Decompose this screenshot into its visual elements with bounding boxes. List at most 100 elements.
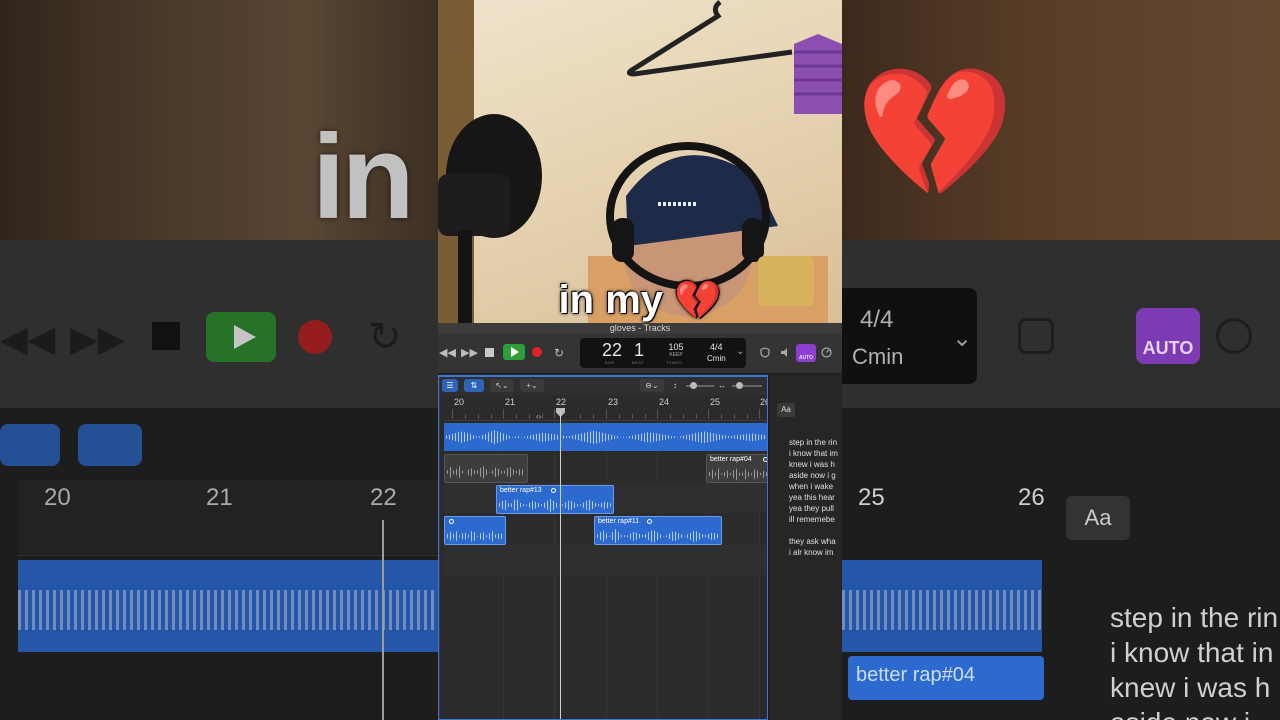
lcd-bar: 22 [602,340,623,360]
ruler-bar-number: 20 [454,397,465,407]
background-track [18,560,438,652]
background-key: Cmin [852,344,904,369]
lyric-line: knew i was h [789,460,835,469]
loop-icon [551,488,556,493]
background-shield-icon [1018,318,1054,354]
center-column: in my 💔 gloves - Tracks ◀◀ ▶▶ ↻ 22 BAR 1… [438,0,842,720]
automation-button[interactable]: AUTO [796,344,816,362]
lyric-line: they ask wha [789,537,836,546]
lyric-line: yea this hear [789,493,835,502]
lyric-line: aside now i g [789,471,836,480]
background-rewind-icon: ◀◀ [0,318,56,359]
background-tuner-icon [1216,318,1252,354]
background-ruler-number: 20 [44,484,71,511]
cycle-range-arrows-icon[interactable]: ‹› [536,412,541,421]
lcd-tempo-mode: KEEP [669,352,683,358]
ruler-bar-number: 22 [556,397,567,407]
audio-region-better-rap-11[interactable]: better rap#11 [594,516,722,545]
lyrics-text[interactable]: step in the rin i know that im knew i wa… [789,437,842,558]
audio-region[interactable] [444,454,528,483]
rewind-icon[interactable]: ◀◀ [439,346,456,360]
pointer-tool-icon[interactable]: ↖⌄ [490,379,514,392]
lyric-line: yea they pull [789,504,834,513]
font-button[interactable]: Aa [777,403,795,417]
broken-heart-icon: 💔 [674,280,722,322]
background-track [842,560,1042,652]
background-lyric-line: i know that in [1110,637,1274,668]
fast-forward-icon[interactable]: ▶▶ [461,346,478,360]
window-title: gloves - Tracks [438,323,842,334]
webcam-video: in my 💔 [438,0,842,323]
background-region: better rap#04 [848,656,1044,700]
cycle-icon[interactable]: ↻ [554,346,564,360]
beat-track-region[interactable] [444,423,770,451]
track-lane[interactable] [444,545,770,575]
caption-text: in my [558,278,664,322]
audio-region-better-rap-04[interactable]: better rap#04 [706,454,770,483]
ruler-bar-number: 25 [710,397,721,407]
pencil-tool-icon[interactable]: +⌄ [520,379,544,392]
background-record-icon [298,320,332,354]
lcd-tempo: 105 [668,342,684,352]
region-name: better rap#13 [500,487,542,494]
background-lcd: 4/4 Cmin ⌄ [842,288,977,384]
caption: in my 💔 [438,278,842,323]
notepad-panel: Aa step in the rin i know that im knew i… [768,375,842,720]
background-lyrics: step in the rin i know that in knew i wa… [1110,600,1278,720]
record-icon[interactable] [532,347,542,357]
background-left: in ◀◀ ▶▶ ↻ 20 21 22 [0,0,438,720]
horizontal-zoom-knob[interactable] [736,382,743,389]
background-ruler-number: 22 [370,484,397,511]
background-snap-tool [78,424,142,466]
background-lyric-line: knew i was h [1110,672,1271,703]
lcd-time-signature: 4/4 [710,342,723,352]
background-stop-icon [152,322,180,350]
lyric-line: ill rememebe [789,515,835,524]
list-view-icon[interactable]: ☰ [442,379,458,392]
background-ruler-number: 26 [1018,484,1045,511]
ruler-bar-number: 21 [505,397,516,407]
audio-region-better-rap-13[interactable]: better rap#13 [496,485,614,514]
tracks-toolbar: ☰ ⇅ ↖⌄ +⌄ ⊖⌄ ↕ ↔ [440,375,770,395]
background-aa-button: Aa [1066,496,1130,540]
acoustic-foam [794,34,842,114]
stop-icon[interactable] [485,348,494,357]
bar-ruler[interactable]: 20 21 22 23 24 25 26 [444,395,770,421]
lyric-line: step in the rin [789,438,838,447]
snap-tool-icon[interactable]: ⇅ [464,379,484,392]
lyric-line: when i wake [789,482,834,491]
background-play-icon [206,312,276,362]
horizontal-zoom-icon[interactable]: ↔ [716,379,728,392]
lcd-display[interactable]: 22 BAR 1 BEAT 105 KEEP TEMPO 4/4 Cmin [580,338,746,368]
background-ruler-number: 25 [858,484,885,511]
lcd-key: Cmin [707,354,726,363]
shield-icon[interactable] [760,347,770,358]
audio-region[interactable] [444,516,506,545]
ruler-bar-number: 24 [659,397,670,407]
chevron-down-icon[interactable]: ⌄ [736,346,744,357]
tuner-icon[interactable] [821,347,832,358]
lcd-beat-label: BEAT [632,360,645,365]
zoom-menu-icon[interactable]: ⊖⌄ [640,379,664,392]
speaker-icon[interactable] [780,347,790,358]
playhead[interactable] [560,411,561,720]
loop-icon [647,519,652,524]
background-forward-icon: ▶▶ [70,318,126,359]
background-time-signature: 4/4 [860,306,894,333]
background-lyric-line: aside now i [1110,705,1278,720]
play-icon[interactable] [503,344,525,360]
background-broken-heart-icon: 💔 [855,62,1015,205]
background-list-tool [0,424,60,466]
background-lyric-line: step in the rin [1110,602,1279,633]
lyric-line [789,525,842,536]
vertical-zoom-icon[interactable]: ↕ [670,379,680,392]
background-chevron-icon: ⌄ [952,325,973,352]
ruler-bar-number: 23 [608,397,619,407]
lcd-tempo-label: TEMPO [666,360,683,365]
background-playhead [382,520,384,720]
tracks-area: ☰ ⇅ ↖⌄ +⌄ ⊖⌄ ↕ ↔ 20 21 22 23 24 25 26 be… [438,375,770,720]
vertical-zoom-knob[interactable] [690,382,697,389]
background-ruler-number: 21 [206,484,233,511]
control-bar: ◀◀ ▶▶ ↻ 22 BAR 1 BEAT 105 KEEP TEMPO 4/4… [438,334,842,374]
lyric-line: i know that im [789,449,838,458]
